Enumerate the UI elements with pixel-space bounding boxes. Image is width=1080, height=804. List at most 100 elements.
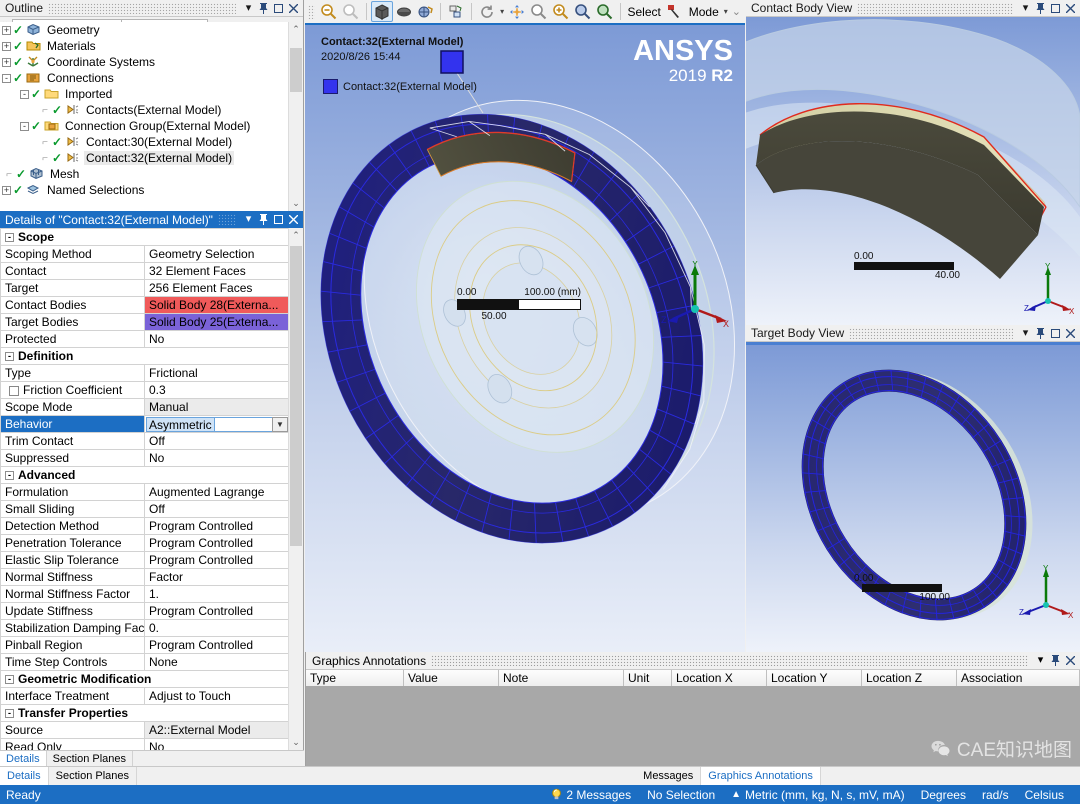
group-collapse-icon[interactable]: - [5,352,14,362]
tree-item-materials[interactable]: + ✓ Materials [0,38,303,54]
property-row[interactable]: Friction Coefficient 0.3 [0,381,289,399]
rotate-dropdown-icon[interactable]: ▾ [498,7,506,16]
annotations-column-headers[interactable]: Type Value Note Unit Location X Location Y Loc… [306,669,1080,686]
property-row[interactable]: Time Step Controls None [0,653,289,671]
tree-item-named-selections[interactable]: + ✓ Named Selections [0,182,303,198]
scroll-down-icon[interactable]: ⌄ [289,735,303,750]
contact-body-viewport[interactable]: 0.00 40.00 Y X Z [746,17,1080,325]
tbv-close-icon[interactable] [1063,328,1078,338]
box-select-icon[interactable] [370,1,393,22]
property-row[interactable]: Scoping Method Geometry Selection [0,245,289,263]
property-row[interactable]: Pinball Region Program Controlled [0,636,289,654]
cbv-close-icon[interactable] [1063,3,1078,13]
tree-expander-plus-icon[interactable]: + [2,57,11,67]
tab-details[interactable]: Details [0,767,49,785]
outline-pin-icon[interactable] [256,2,271,14]
graphics-viewport[interactable]: Contact:32(External Model) 2020/8/26 15:… [305,25,745,652]
scroll-down-icon[interactable]: ⌄ [289,196,303,211]
chevron-down-icon[interactable]: ▼ [272,416,288,432]
group-collapse-icon[interactable]: - [5,233,14,243]
details-tab-strip[interactable]: Details Section Planes [0,750,304,766]
cbv-maximize-icon[interactable] [1048,3,1063,13]
details-property-grid[interactable]: - Scope Scoping Method Geometry Selection Co… [0,228,303,750]
box-zoom-icon[interactable] [550,1,572,22]
toolbar-grip[interactable] [308,4,315,19]
tree-expander-minus-icon[interactable]: - [20,121,29,131]
scroll-up-icon[interactable]: ⌃ [289,22,303,37]
wireframe-icon[interactable] [414,1,436,22]
tbv-pin-icon[interactable] [1033,327,1048,339]
annotation-column-unit[interactable]: Unit [624,670,672,686]
annot-close-icon[interactable] [1063,656,1078,665]
property-row[interactable]: Target Bodies Solid Body 25(Externa... [0,313,289,331]
property-row[interactable]: Formulation Augmented Lagrange [0,483,289,501]
property-row[interactable]: Contact 32 Element Faces [0,262,289,280]
outline-tree[interactable]: + ✓ Geometry + ✓ Materials + ✓ Coordinate System… [0,22,303,211]
zoom-previous-icon[interactable] [340,1,362,22]
toolbar-overflow-icon[interactable]: ⌄ [730,5,745,18]
annotations-rows[interactable]: CAE知识地图 [306,686,1080,766]
status-messages[interactable]: 2 Messages [550,788,631,802]
tree-item-contacts-external-model[interactable]: ⌐ ✓ Contacts(External Model) [0,102,303,118]
tree-item-geometry[interactable]: + ✓ Geometry [0,22,303,38]
property-row[interactable]: Interface Treatment Adjust to Touch [0,687,289,705]
property-group-header[interactable]: - Transfer Properties [0,704,289,722]
status-units[interactable]: ▲ Metric (mm, kg, N, s, mV, mA) [731,788,904,802]
tree-expander-plus-icon[interactable]: + [2,25,11,35]
annotation-column-value[interactable]: Value [404,670,499,686]
property-row[interactable]: Read Only No [0,738,289,750]
scroll-thumb[interactable] [290,48,302,92]
tree-item-coordinate-systems[interactable]: + ✓ Coordinate Systems [0,54,303,70]
property-row[interactable]: Trim Contact Off [0,432,289,450]
property-row[interactable]: Suppressed No [0,449,289,467]
details-tab-details[interactable]: Details [0,751,47,766]
display-model-icon[interactable] [445,1,467,22]
tab-section-planes[interactable]: Section Planes [49,767,138,785]
property-checkbox[interactable] [9,385,19,396]
tbv-maximize-icon[interactable] [1048,328,1063,338]
details-scrollbar[interactable]: ⌃ ⌄ [288,228,303,750]
tree-item-contact-30-external-model[interactable]: ⌐ ✓ Contact:30(External Model) [0,134,303,150]
tree-expander-plus-icon[interactable]: + [2,185,11,195]
tab-graphics-annotations[interactable]: Graphics Annotations [701,767,821,785]
outline-scrollbar[interactable]: ⌃ ⌄ [288,22,303,211]
details-pin-icon[interactable] [256,214,271,225]
zoom-icon[interactable] [528,1,550,22]
tree-expander-plus-icon[interactable]: + [2,41,11,51]
annotation-column-association[interactable]: Association [957,670,1080,686]
property-row[interactable]: Small Sliding Off [0,500,289,518]
group-collapse-icon[interactable]: - [5,675,14,685]
tree-item-imported[interactable]: - ✓ Imported [0,86,303,102]
target-body-viewport[interactable]: 0.00 100.00 Y X Z [746,345,1080,652]
property-row[interactable]: Update Stiffness Program Controlled [0,602,289,620]
tree-expander-minus-icon[interactable]: - [20,89,29,99]
property-value-editor[interactable]: Asymmetric ▼ [146,416,288,432]
property-group-header[interactable]: - Advanced [0,466,289,484]
outline-menu-icon[interactable]: ▾ [241,2,256,14]
property-group-header[interactable]: - Scope [0,228,289,246]
details-menu-icon[interactable]: ▾ [241,214,256,225]
property-row[interactable]: Penetration Tolerance Program Controlled [0,534,289,552]
annot-pin-icon[interactable] [1048,655,1063,666]
annotation-column-note[interactable]: Note [499,670,624,686]
mode-button[interactable]: Mode [686,5,722,19]
group-collapse-icon[interactable]: - [5,471,14,481]
details-tab-section-planes[interactable]: Section Planes [47,751,134,766]
tree-expander-minus-icon[interactable]: - [2,73,11,83]
details-close-icon[interactable] [286,215,301,224]
tree-item-connection-group-external-model[interactable]: - ✓ Connection Group(External Model) [0,118,303,134]
scroll-up-icon[interactable]: ⌃ [289,228,303,243]
outline-close-icon[interactable] [286,3,301,13]
tab-messages[interactable]: Messages [636,767,702,785]
annotation-column-type[interactable]: Type [306,670,404,686]
zoom-to-fit-icon[interactable] [318,1,340,22]
select-button[interactable]: Select [625,5,664,19]
property-row[interactable]: Contact Bodies Solid Body 28(Externa... [0,296,289,314]
property-row[interactable]: Elastic Slip Tolerance Program Controlled [0,551,289,569]
cbv-pin-icon[interactable] [1033,2,1048,14]
group-collapse-icon[interactable]: - [5,709,14,719]
property-row[interactable]: Behavior Asymmetric ▼ [0,415,289,433]
tree-item-contact-32-external-model[interactable]: ⌐ ✓ Contact:32(External Model) [0,150,303,166]
cbv-menu-icon[interactable]: ▾ [1018,2,1033,14]
tbv-menu-icon[interactable]: ▾ [1018,327,1033,339]
